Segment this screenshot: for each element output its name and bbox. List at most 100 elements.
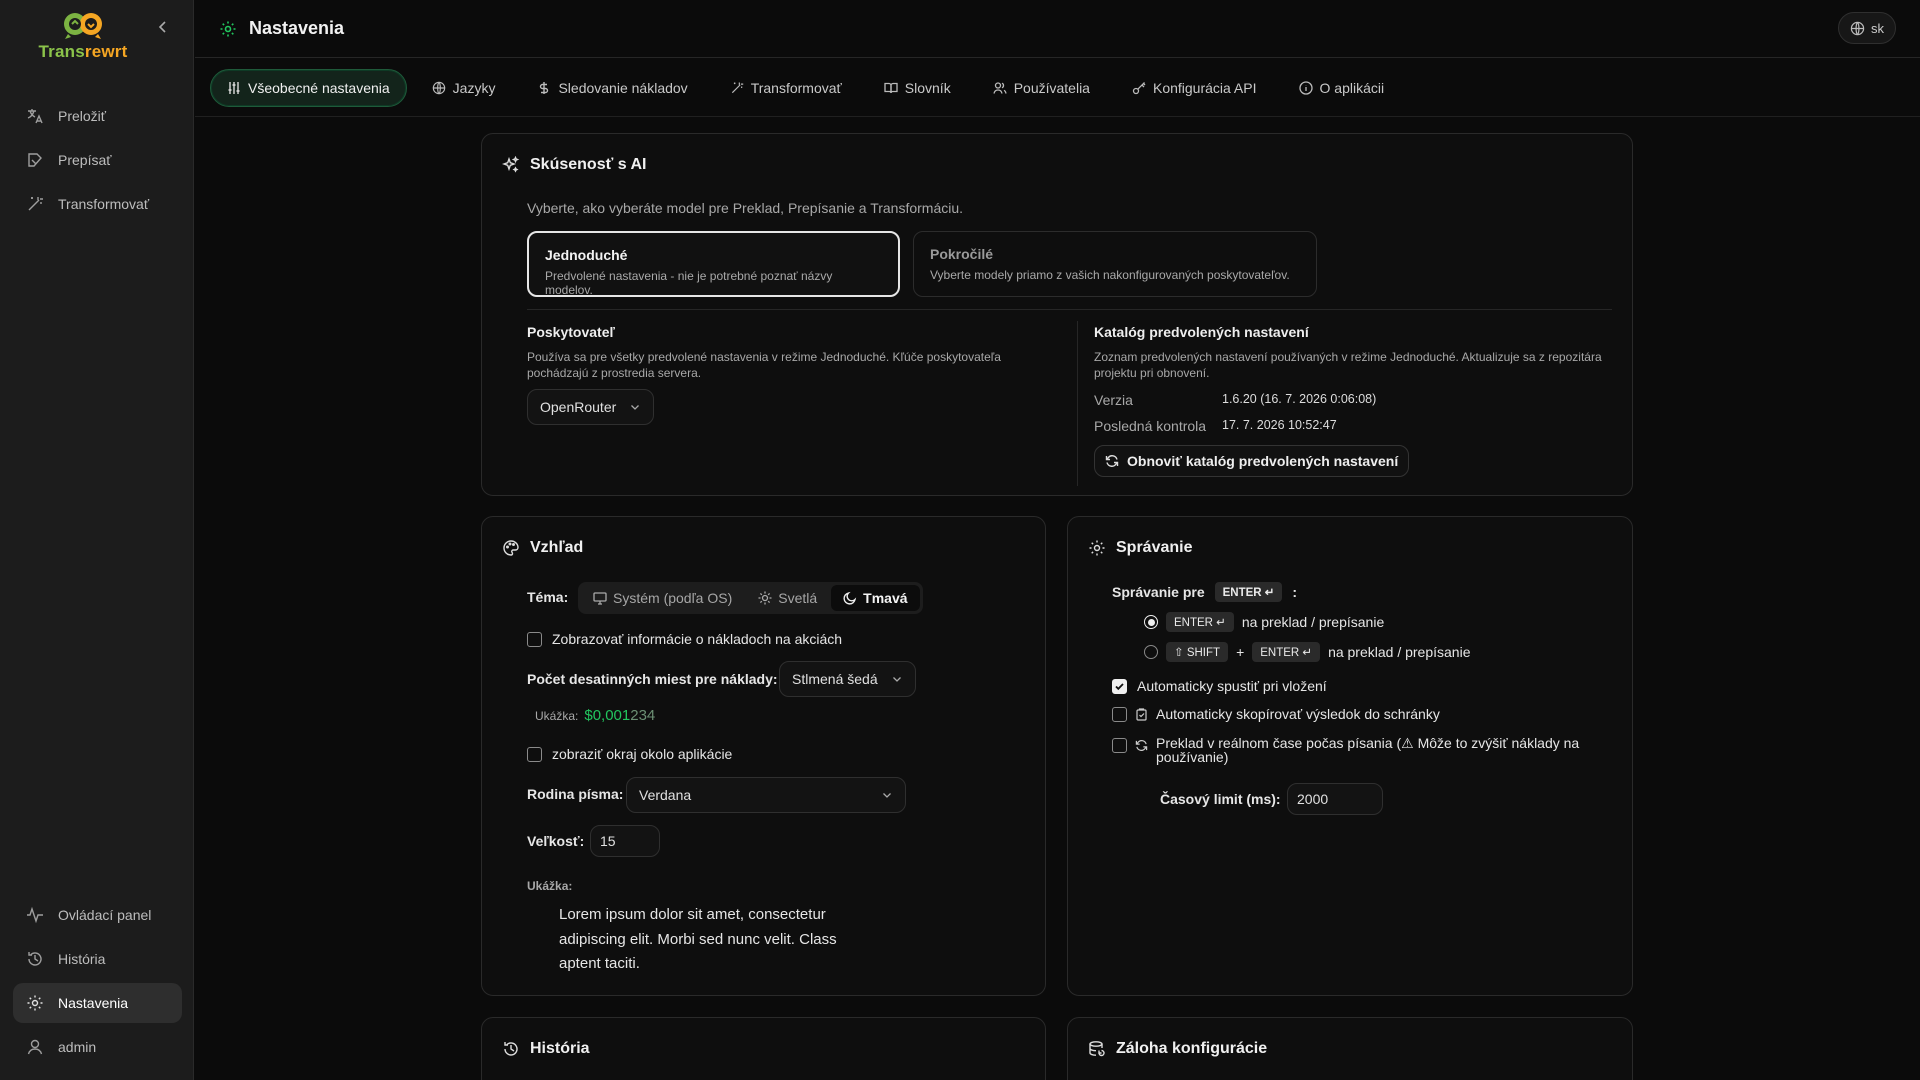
catalog-title: Katalóg predvolených nastavení	[1094, 324, 1309, 340]
enter-radio[interactable]	[1144, 615, 1158, 629]
sidebar-item-label: Transformovať	[58, 196, 150, 212]
sun-icon	[758, 591, 772, 605]
refresh-icon	[1135, 740, 1148, 751]
refresh-catalog-button[interactable]: Obnoviť katalóg predvolených nastavení	[1094, 445, 1410, 477]
key-icon	[1132, 82, 1146, 95]
enter-option-label: na preklad / prepísanie	[1241, 614, 1385, 630]
behavior-title-text: Správanie	[1116, 539, 1193, 556]
sidebar-item-history[interactable]: História	[13, 939, 182, 979]
realtime-checkbox[interactable]	[1112, 738, 1127, 753]
palette-icon	[503, 540, 519, 556]
provider-select[interactable]: OpenRouter	[527, 389, 654, 425]
sidebar-item-label: Prepísať	[58, 152, 112, 168]
tab-label: Jazyky	[452, 80, 496, 96]
monitor-icon	[593, 592, 607, 605]
theme-option-label: Systém (podľa OS)	[613, 590, 733, 606]
theme-option-system[interactable]: Systém (podľa OS)	[581, 585, 744, 611]
check-icon	[1115, 682, 1124, 690]
tab-label: Slovník	[904, 80, 951, 96]
font-family-value: Verdana	[639, 787, 692, 803]
sidebar-item-settings[interactable]: Nastavenia	[13, 983, 182, 1023]
language-switcher[interactable]: sk	[1838, 12, 1896, 44]
cost-sample: Ukážka: $0,001 234	[535, 707, 655, 724]
theme-option-label: Tmavá	[863, 590, 908, 606]
appearance-card: Vzhľad Téma: Systém (podľa OS) Svetlá Tm…	[481, 516, 1046, 996]
rewrite-icon	[28, 153, 42, 167]
globe-icon	[432, 81, 445, 95]
tab-languages[interactable]: Jazyky	[415, 69, 513, 107]
shift-enter-radio[interactable]	[1144, 645, 1158, 659]
book-icon	[884, 82, 898, 94]
shift-enter-option-row[interactable]: ⇧ SHIFT + ENTER ↵ na preklad / prepísani…	[1144, 642, 1471, 662]
sidebar-item-label: Ovládací panel	[58, 907, 152, 923]
mode-simple-option[interactable]: Jednoduché Predvolené nastavenia - nie j…	[527, 231, 900, 297]
sample-bright: $0,001	[584, 707, 631, 724]
shift-key-badge: ⇧ SHIFT	[1166, 642, 1229, 662]
chevron-down-icon	[631, 405, 639, 410]
gear-icon	[220, 21, 236, 36]
provider-desc: Používa sa pre všetky predvolené nastave…	[527, 350, 1001, 380]
chevron-down-icon	[893, 677, 901, 682]
mode-advanced-desc: Vyberte modely priamo z vašich nakonfigu…	[930, 268, 1290, 282]
tab-cost-tracking[interactable]: Sledovanie nákladov	[520, 69, 704, 107]
theme-option-light[interactable]: Svetlá	[746, 585, 829, 611]
decimals-select[interactable]: Stlmená šedá	[779, 661, 916, 697]
tab-label: Všeobecné nastavenia	[248, 80, 390, 96]
behavior-for-row: Správanie pre ENTER ↵ :	[1112, 582, 1297, 602]
history-card: História	[481, 1017, 1046, 1080]
tab-label: O aplikácii	[1319, 80, 1385, 96]
auto-copy-checkbox[interactable]	[1112, 706, 1127, 722]
sidebar-item-transform[interactable]: Transformovať	[13, 184, 182, 224]
mode-advanced-option[interactable]: Pokročilé Vyberte modely priamo z vašich…	[913, 231, 1317, 297]
timeout-input[interactable]: 2000	[1287, 783, 1383, 815]
auto-copy-row[interactable]: Automaticky skopírovať výsledok do schrá…	[1112, 706, 1440, 722]
tab-dictionary[interactable]: Slovník	[867, 69, 968, 107]
realtime-row[interactable]: Preklad v reálnom čase počas písania (⚠ …	[1112, 736, 1601, 764]
auto-copy-label: Automaticky skopírovať výsledok do schrá…	[1156, 706, 1440, 722]
tab-api-config[interactable]: Konfigurácia API	[1115, 69, 1274, 107]
sidebar-item-user[interactable]: admin	[13, 1027, 182, 1067]
provider-value: OpenRouter	[540, 399, 617, 415]
sidebar-item-translate[interactable]: Preložiť	[13, 96, 182, 136]
logo-icon	[64, 13, 102, 39]
tab-users[interactable]: Používatelia	[976, 69, 1107, 107]
wand-icon	[731, 82, 743, 94]
sidebar-item-label: admin	[58, 1039, 97, 1055]
tab-general[interactable]: Všeobecné nastavenia	[210, 69, 407, 107]
auto-run-checkbox[interactable]	[1112, 678, 1127, 694]
ai-experience-card: Skúsenosť s AI Vyberte, ako vyberáte mod…	[481, 133, 1633, 496]
card-title: Skúsenosť s AI	[502, 156, 646, 174]
border-checkbox-row[interactable]: zobraziť okraj okolo aplikácie	[527, 746, 732, 762]
show-costs-checkbox-row[interactable]: Zobrazovať informácie o nákladoch na akc…	[527, 631, 842, 647]
users-icon	[993, 82, 1007, 94]
logo-text: Transrewrt	[38, 42, 128, 61]
font-family-select[interactable]: Verdana	[626, 777, 906, 813]
activity-icon	[27, 906, 43, 924]
translate-icon	[27, 109, 43, 124]
collapse-sidebar-button[interactable]	[156, 20, 172, 36]
decimals-label: Počet desatinných miest pre náklady:	[527, 671, 778, 687]
tab-about[interactable]: O aplikácii	[1282, 69, 1402, 107]
gear-icon	[1089, 540, 1105, 556]
enter-option-row[interactable]: ENTER ↵ na preklad / prepísanie	[1144, 612, 1384, 632]
font-family-label: Rodina písma:	[527, 786, 624, 802]
preview-label: Ukážka:	[527, 879, 573, 893]
card-title: Správanie	[1088, 539, 1192, 557]
app-logo[interactable]: Transrewrt	[28, 10, 138, 62]
theme-option-dark[interactable]: Tmavá	[831, 585, 920, 611]
tab-transform[interactable]: Transformovať	[713, 69, 859, 107]
sample-dim: 234	[630, 707, 656, 724]
border-checkbox[interactable]	[527, 746, 542, 762]
wand-icon	[28, 197, 43, 211]
card-title: Vzhľad	[502, 539, 583, 557]
show-costs-checkbox[interactable]	[527, 631, 542, 647]
last-check-label: Posledná kontrola	[1094, 418, 1207, 434]
refresh-catalog-label: Obnoviť katalóg predvolených nastavení	[1127, 453, 1399, 469]
backup-card: Záloha konfigurácie	[1067, 1017, 1633, 1080]
tabs-divider	[195, 116, 1920, 117]
font-size-input[interactable]: 15	[590, 825, 660, 857]
sidebar-item-rewrite[interactable]: Prepísať	[13, 140, 182, 180]
sidebar-item-dashboard[interactable]: Ovládací panel	[13, 895, 182, 935]
theme-option-label: Svetlá	[778, 590, 818, 606]
auto-run-row[interactable]: Automaticky spustiť pri vložení	[1112, 678, 1327, 694]
